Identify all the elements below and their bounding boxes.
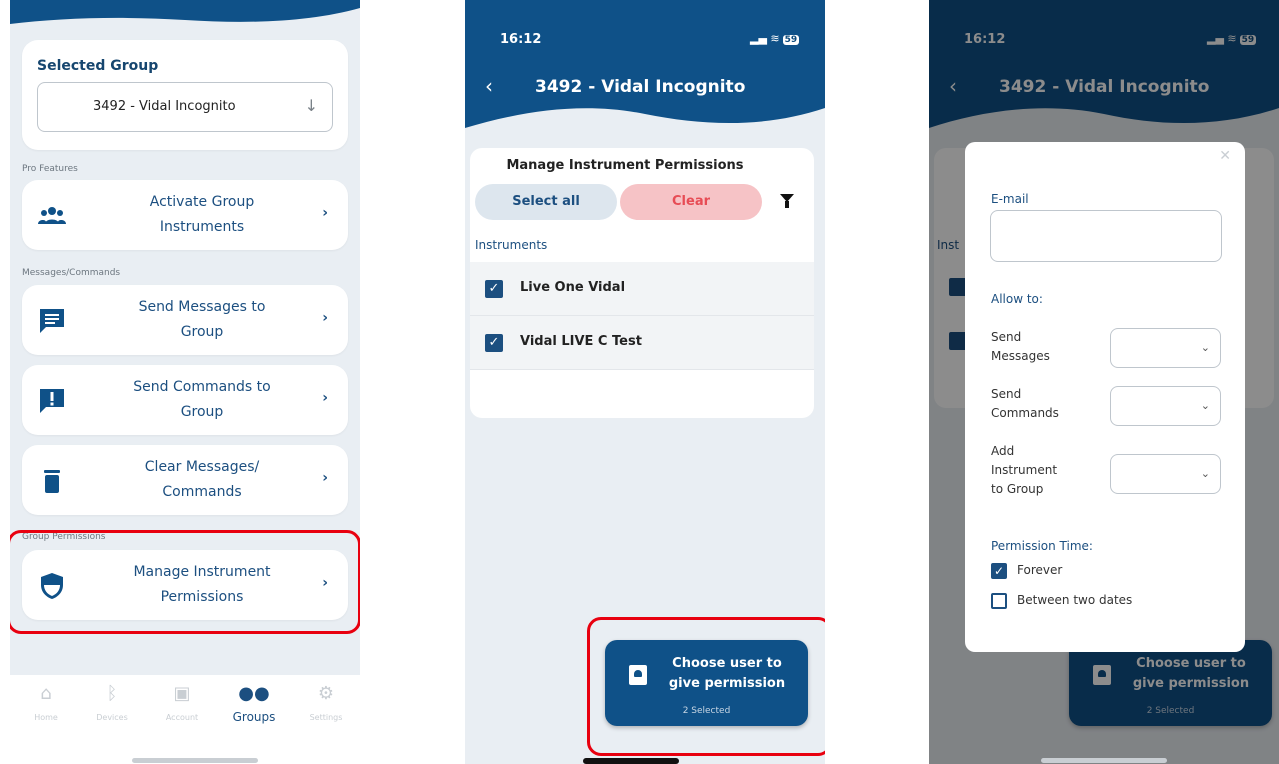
between-dates-label: Between two dates: [1017, 593, 1133, 607]
checkbox-checked-icon[interactable]: ✓: [485, 280, 503, 298]
email-field[interactable]: [990, 210, 1222, 262]
home-indicator: [132, 758, 258, 763]
wifi-icon: ≋: [770, 32, 780, 45]
chevron-right-icon: ›: [322, 205, 328, 221]
highlight-frame: [10, 530, 360, 634]
command-icon: [40, 389, 64, 413]
permission-time-label: Permission Time:: [991, 539, 1093, 553]
status-icons: ▂▄ ≋ 59: [750, 32, 800, 45]
menu-label: Send Commands to Group: [133, 379, 271, 420]
page-title: 3492 - Vidal Incognito: [535, 77, 746, 97]
chevron-right-icon: ›: [322, 310, 328, 326]
forever-label: Forever: [1017, 563, 1063, 577]
signal-icon: ▂▄: [750, 32, 767, 45]
add-instrument-select[interactable]: ⌄: [1110, 454, 1221, 494]
home-icon: ⌂: [40, 683, 52, 704]
menu-label: Clear Messages/Commands: [144, 459, 260, 500]
message-icon: [40, 309, 64, 333]
selected-group-title: Selected Group: [37, 58, 159, 74]
account-icon: ▣: [173, 683, 191, 704]
forever-checkbox[interactable]: ✓: [991, 563, 1007, 579]
chevron-right-icon: ›: [322, 390, 328, 406]
groups-icon: ●●: [238, 683, 270, 704]
select-all-button[interactable]: Select all: [475, 184, 617, 220]
arrow-down-icon: ↓: [304, 96, 318, 115]
header-wave: [465, 0, 825, 128]
home-indicator: [1041, 758, 1167, 763]
between-dates-checkbox[interactable]: [991, 593, 1007, 609]
allow-to-label: Allow to:: [991, 292, 1043, 306]
phone-permission-modal-screen: 16:12 ▂▄ ≋ 59 ‹ 3492 - Vidal Incognito In…: [929, 0, 1279, 764]
permission-modal: ✕ E-mail Allow to: Send Messages ⌄ Send Co…: [965, 142, 1245, 652]
menu-clear-messages[interactable]: Clear Messages/Commands ›: [22, 445, 348, 515]
highlight-frame: [587, 617, 825, 756]
menu-label: Send Messages to Group: [138, 299, 266, 340]
tab-account[interactable]: ▣ Account: [148, 683, 216, 722]
send-commands-label: Send Commands: [991, 387, 1059, 420]
instrument-row[interactable]: ✓ Live One Vidal: [470, 262, 814, 316]
send-commands-select[interactable]: ⌄: [1110, 386, 1221, 426]
battery-icon: 59: [782, 35, 800, 45]
clear-button[interactable]: Clear: [620, 184, 762, 220]
send-messages-label: Send Messages: [991, 330, 1050, 363]
instruments-label: Instruments: [475, 238, 548, 252]
email-label: E-mail: [991, 192, 1029, 206]
group-icon: [38, 207, 66, 224]
group-select-value: 3492 - Vidal Incognito: [93, 99, 236, 114]
bluetooth-icon: ᛒ: [106, 683, 118, 704]
back-button[interactable]: ‹: [485, 74, 493, 98]
home-indicator: [583, 758, 679, 764]
chevron-right-icon: ›: [322, 470, 328, 486]
menu-activate-group-instruments[interactable]: Activate Group Instruments ›: [22, 180, 348, 250]
trash-icon: [44, 470, 60, 493]
card-title: Manage Instrument Permissions: [506, 158, 744, 173]
filter-icon[interactable]: [780, 194, 794, 208]
instrument-name: Live One Vidal: [520, 280, 626, 295]
group-select[interactable]: 3492 - Vidal Incognito ↓: [37, 82, 333, 132]
tab-home[interactable]: ⌂ Home: [12, 683, 80, 722]
instrument-row[interactable]: ✓ Vidal LIVE C Test: [470, 316, 814, 370]
tab-devices[interactable]: ᛒ Devices: [78, 683, 146, 722]
chevron-down-icon: ⌄: [1200, 341, 1210, 354]
section-label-pro: Pro Features: [22, 164, 78, 174]
section-label-messages: Messages/Commands: [22, 268, 121, 278]
chevron-down-icon: ⌄: [1200, 399, 1210, 412]
send-messages-select[interactable]: ⌄: [1110, 328, 1221, 368]
tab-bar: ⌂ Home ᛒ Devices ▣ Account ●● Groups ⚙ Settin…: [10, 675, 360, 764]
tab-settings[interactable]: ⚙ Settings: [292, 683, 360, 722]
tab-groups[interactable]: ●● Groups: [220, 683, 288, 724]
permissions-card: Manage Instrument Permissions Select all…: [470, 148, 814, 418]
add-instrument-label: Add Instrument to Group: [991, 444, 1058, 496]
phone-manage-permissions-screen: 16:12 ▂▄ ≋ 59 ‹ 3492 - Vidal Incognito Ma…: [465, 0, 825, 764]
instrument-name: Vidal LIVE C Test: [520, 334, 642, 349]
chevron-down-icon: ⌄: [1200, 467, 1210, 480]
menu-label: Activate Group Instruments: [149, 194, 255, 235]
checkbox-checked-icon[interactable]: ✓: [485, 334, 503, 352]
gear-icon: ⚙: [317, 683, 335, 704]
menu-send-commands[interactable]: Send Commands to Group ›: [22, 365, 348, 435]
menu-send-messages[interactable]: Send Messages to Group ›: [22, 285, 348, 355]
phone-groups-screen: Selected Group 3492 - Vidal Incognito ↓ …: [10, 0, 360, 764]
header-wave: [10, 0, 360, 24]
header: 16:12 ▂▄ ≋ 59 ‹ 3492 - Vidal Incognito: [465, 0, 825, 130]
close-icon[interactable]: ✕: [1219, 148, 1231, 164]
status-time: 16:12: [500, 32, 542, 47]
selected-group-card: Selected Group 3492 - Vidal Incognito ↓: [22, 40, 348, 150]
